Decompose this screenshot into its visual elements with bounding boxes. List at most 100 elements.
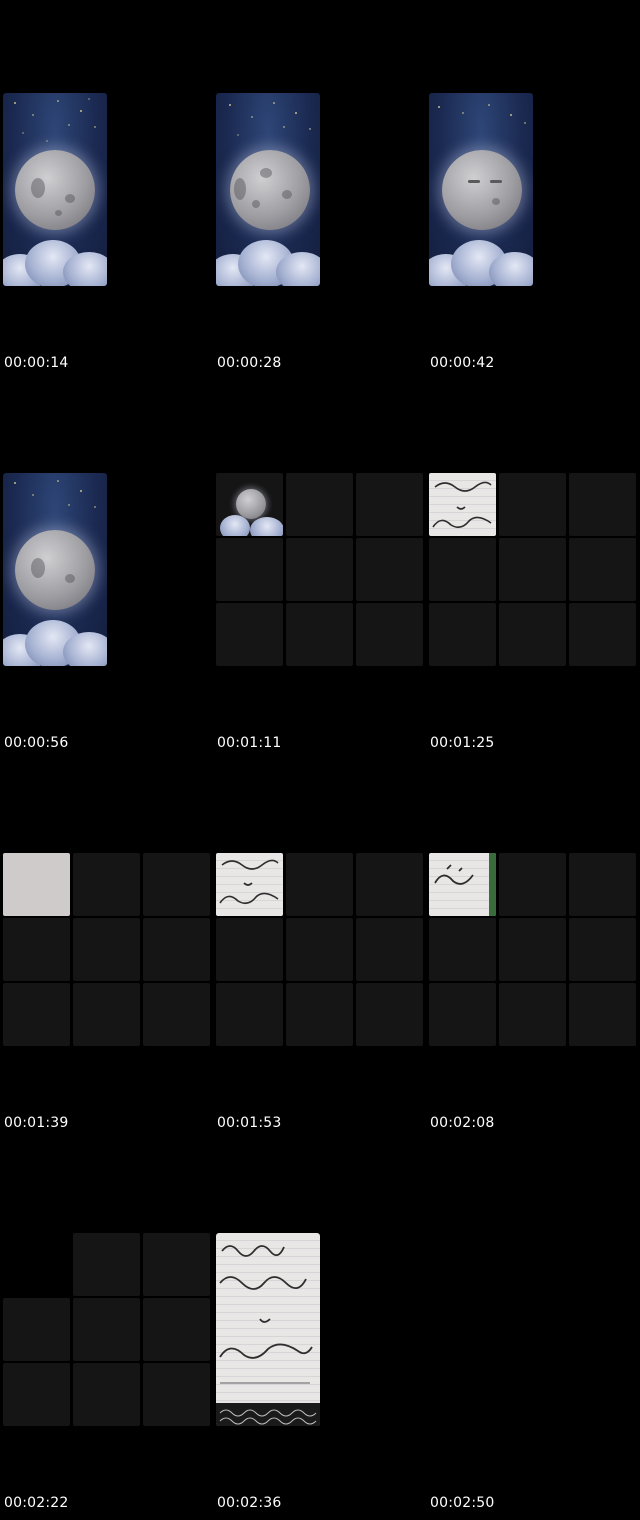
handwriting-image: [219, 859, 279, 905]
timestamp-label: 00:02:08: [430, 1115, 495, 1131]
timestamp-label: 00:00:28: [217, 355, 282, 371]
empty-grid-cell: [143, 1298, 210, 1361]
moon-face-image: [442, 150, 522, 230]
handwriting-thumbnail: [429, 853, 496, 916]
empty-grid-cell: [73, 853, 140, 916]
empty-grid-cell: [429, 603, 496, 666]
frame-cell-1: 00:00:14: [0, 0, 213, 380]
handwriting-full-thumbnail[interactable]: [216, 1233, 320, 1426]
empty-grid-cell: [569, 983, 636, 1046]
frame-cell-7: 00:01:39: [0, 760, 213, 1140]
timestamp-label: 00:00:42: [430, 355, 495, 371]
empty-grid-cell: [143, 983, 210, 1046]
moon-image: [15, 150, 95, 230]
timestamp-label: 00:01:25: [430, 735, 495, 751]
empty-grid-cell: [73, 983, 140, 1046]
timestamp-label: 00:00:56: [4, 735, 69, 751]
handwriting-image: [432, 481, 492, 529]
frame-cell-11: 00:02:36: [213, 1140, 426, 1520]
frame-cell-4: 00:00:56: [0, 380, 213, 760]
thumbnail-grid[interactable]: [216, 853, 423, 1047]
thumbnail-grid[interactable]: [3, 853, 210, 1047]
handwriting-thumbnail: [429, 473, 496, 536]
empty-grid-cell: [356, 538, 423, 601]
empty-grid-cell: [569, 603, 636, 666]
empty-grid-cell: [286, 603, 353, 666]
empty-grid-cell: [73, 1298, 140, 1361]
thumbnail-grid[interactable]: [429, 853, 636, 1047]
empty-grid-cell: [3, 1363, 70, 1426]
empty-grid-cell: [143, 918, 210, 981]
empty-grid-cell: [143, 1363, 210, 1426]
clouds-image: [216, 232, 320, 286]
empty-grid-cell: [143, 1233, 210, 1296]
empty-grid-cell: [216, 603, 283, 666]
empty-grid-cell: [499, 538, 566, 601]
timestamp-label: 00:01:53: [217, 1115, 282, 1131]
empty-grid-cell: [356, 603, 423, 666]
empty-grid-cell: [356, 983, 423, 1046]
empty-grid-cell: [569, 473, 636, 536]
moon-thumbnail[interactable]: [3, 473, 107, 666]
empty-grid-cell: [499, 603, 566, 666]
empty-grid-cell: [499, 918, 566, 981]
empty-grid-cell: [356, 853, 423, 916]
empty-grid-cell: [3, 1298, 70, 1361]
timestamp-label: 00:02:50: [430, 1495, 495, 1511]
empty-grid-cell: [429, 538, 496, 601]
empty-grid-cell: [216, 918, 283, 981]
clouds-image: [3, 232, 107, 286]
handwriting-image: [216, 1245, 320, 1426]
empty-grid-cell: [356, 918, 423, 981]
timestamp-label: 00:00:14: [4, 355, 69, 371]
frame-cell-12: 00:02:50: [426, 1140, 639, 1520]
empty-grid-cell: [569, 853, 636, 916]
mini-moon-thumbnail: [216, 473, 283, 536]
empty-grid-cell: [429, 918, 496, 981]
moon-thumbnail[interactable]: [216, 93, 320, 286]
empty-grid-cell: [499, 853, 566, 916]
clouds-image: [3, 612, 107, 666]
thumbnail-grid[interactable]: [3, 1233, 210, 1427]
moon-thumbnail[interactable]: [3, 93, 107, 286]
empty-grid-cell: [216, 538, 283, 601]
empty-grid-cell: [499, 473, 566, 536]
empty-grid-cell: [499, 983, 566, 1046]
timestamp-label: 00:01:39: [4, 1115, 69, 1131]
clouds-image: [429, 232, 533, 286]
moon-image: [230, 150, 310, 230]
empty-grid-cell: [286, 983, 353, 1046]
thumbnail-grid[interactable]: [429, 473, 636, 667]
empty-grid-cell: [3, 918, 70, 981]
empty-grid-cell: [73, 1233, 140, 1296]
thumbnail-grid[interactable]: [216, 473, 423, 667]
blank-paper-thumbnail: [3, 853, 70, 916]
empty-grid-cell: [286, 918, 353, 981]
handwriting-thumbnail: [216, 853, 283, 916]
frame-cell-3: 00:00:42: [426, 0, 639, 380]
frame-cell-9: 00:02:08: [426, 760, 639, 1140]
empty-grid-cell: [73, 918, 140, 981]
empty-grid-cell: [216, 983, 283, 1046]
frame-cell-10: 00:02:22: [0, 1140, 213, 1520]
frame-cell-8: 00:01:53: [213, 760, 426, 1140]
moon-image: [15, 530, 95, 610]
empty-grid-cell: [569, 538, 636, 601]
empty-grid-cell: [429, 983, 496, 1046]
empty-grid-cell: [569, 918, 636, 981]
frame-cell-6: 00:01:25: [426, 380, 639, 760]
timestamp-label: 00:02:36: [217, 1495, 282, 1511]
handwriting-image: [434, 853, 496, 916]
empty-grid-cell: [356, 473, 423, 536]
timestamp-label: 00:01:11: [217, 735, 282, 751]
empty-grid-cell: [3, 983, 70, 1046]
empty-grid-cell: [143, 853, 210, 916]
empty-grid-cell: [73, 1363, 140, 1426]
frame-cell-2: 00:00:28: [213, 0, 426, 380]
moon-thumbnail[interactable]: [429, 93, 533, 286]
empty-grid-cell: [286, 853, 353, 916]
frame-cell-5: 00:01:11: [213, 380, 426, 760]
empty-grid-cell: [286, 538, 353, 601]
timestamp-label: 00:02:22: [4, 1495, 69, 1511]
empty-grid-cell: [286, 473, 353, 536]
